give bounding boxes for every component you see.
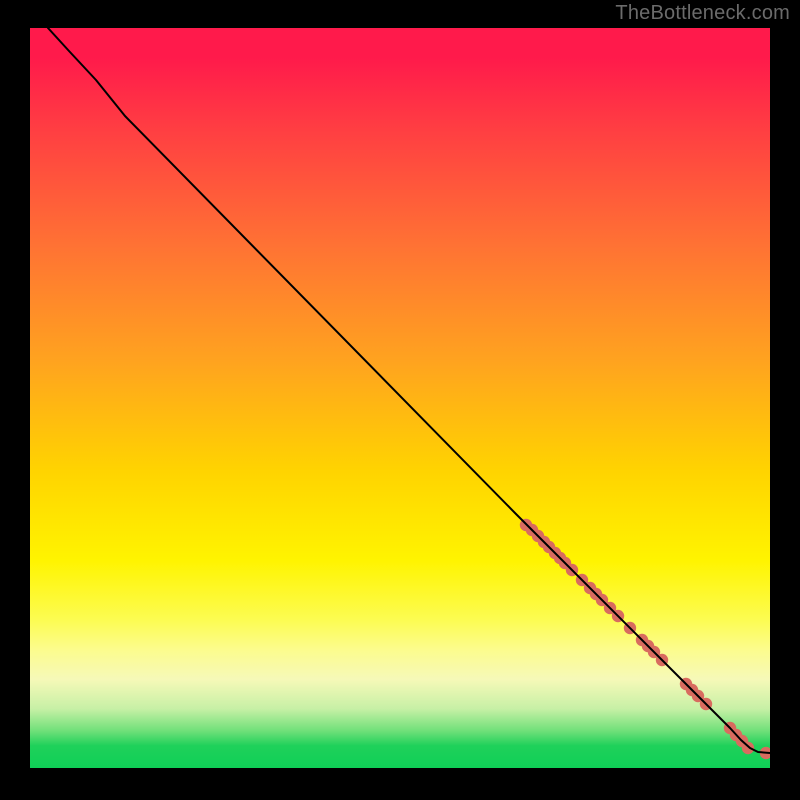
bottleneck-curve <box>48 28 770 753</box>
plot-area <box>30 28 770 768</box>
attribution-label: TheBottleneck.com <box>615 2 790 25</box>
curve-layer <box>30 28 770 768</box>
chart-stage: TheBottleneck.com <box>0 0 800 800</box>
